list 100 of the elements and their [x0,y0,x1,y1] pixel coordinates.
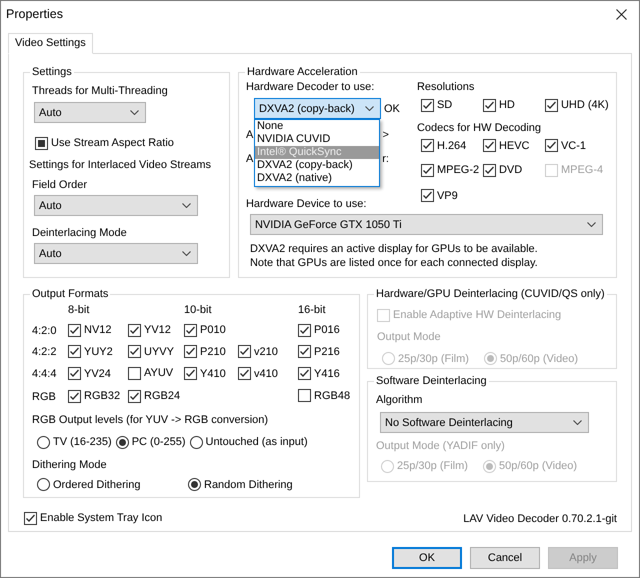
checkbox[interactable]: YUY2 [68,344,113,358]
label: Settings for Interlaced Video Streams [29,158,212,172]
checkbox[interactable]: v410 [238,366,278,380]
dropdown[interactable]: No Software Deinterlacing [380,412,589,433]
label: RGB Output levels (for YUV -> RGB conversion) [32,413,270,427]
version-text: LAV Video Decoder 0.70.2.1-git [463,512,617,526]
dropdown[interactable]: Auto [34,243,198,264]
checkbox[interactable]: UYVY [128,344,174,358]
check-mark-icon [422,190,433,201]
checkbox[interactable]: Y410 [184,366,226,380]
radio-icon[interactable] [37,436,50,448]
checkbox[interactable]: H.264 [420,138,466,152]
radio-button[interactable]: Untouched (as input) [190,435,308,449]
label: Algorithm [376,393,424,407]
dropdown[interactable]: DXVA2 (copy-back) [254,98,381,119]
label: 4:4:4 [32,367,58,382]
check-mark-icon [129,324,140,336]
dropdown[interactable]: Auto [34,102,146,123]
checkbox[interactable]: AYUV [128,366,174,380]
checkbox[interactable]: Use Stream Aspect Ratio [35,136,174,150]
chevron-icon [182,251,191,256]
label: r: [382,152,389,166]
checkbox[interactable]: RGB24 [128,389,180,403]
chevron-icon [130,110,139,115]
radio-icon[interactable] [37,478,50,491]
list-option[interactable]: None [254,120,379,133]
chevron-icon [586,222,596,227]
radio-button[interactable]: Ordered Dithering [37,478,140,492]
label: 10-bit [184,303,213,317]
radio-icon[interactable] [188,478,201,491]
checkbox[interactable]: YV12 [128,323,171,337]
label: Output Mode (YADIF only) [376,439,506,453]
close-icon[interactable] [616,8,627,20]
checkbox[interactable]: P210 [184,344,226,358]
check-mark-icon [299,324,310,336]
check-mark-icon [299,368,310,379]
checkbox[interactable]: DVD [482,163,522,177]
checkbox[interactable]: NV12 [68,323,112,337]
check-mark-icon [546,140,557,151]
dialog-button[interactable]: OK [392,547,462,569]
label: A [246,128,254,142]
checkbox[interactable]: HEVC [482,138,530,152]
group-title: Settings [30,65,74,79]
label: 8-bit [68,303,90,317]
dialog-button[interactable]: Cancel [470,547,540,569]
checkbox[interactable]: YV24 [68,366,111,380]
checkbox[interactable]: Y416 [298,366,340,380]
radio-button[interactable]: PC (0-255) [116,435,186,449]
label: RGB [32,390,57,404]
check-mark-icon [422,100,433,110]
check-mark-icon [185,368,196,379]
check-mark-icon [546,100,557,110]
check-mark-icon [185,324,196,336]
list-option[interactable]: NVIDIA CUVID [254,133,379,146]
checkbox[interactable]: VC-1 [544,138,586,152]
label: DXVA2 requires an active display for GPUs to be available. [250,242,539,256]
label: Resolutions [416,80,474,94]
label: Dithering Mode [32,458,108,472]
dropdown[interactable]: Auto [34,195,198,216]
checkbox[interactable]: RGB48 [298,388,350,402]
check-mark-icon [129,346,140,357]
checkbox[interactable]: Enable System Tray Icon [24,511,162,525]
checkbox[interactable]: UHD (4K) [544,98,609,112]
checkbox[interactable]: RGB32 [68,389,120,403]
radio-button[interactable]: Random Dithering [188,478,293,492]
label: OK [384,102,400,116]
checkbox[interactable]: P216 [298,344,340,358]
label: Hardware Decoder to use: [246,80,374,94]
chevron-icon [573,420,582,425]
radio-icon[interactable] [116,436,129,448]
radio-icon[interactable] [190,436,202,448]
label: A [246,152,254,166]
checkbox[interactable]: P010 [184,323,226,337]
label: Output Mode [377,330,442,344]
checkbox[interactable]: v210 [238,344,278,358]
label: Threads for Multi-Threading [32,84,168,98]
dropdown[interactable]: NVIDIA GeForce GTX 1050 Ti [250,214,603,235]
checkbox[interactable]: VP9 [420,188,458,202]
label: Codecs for HW Decoding [416,120,542,134]
check-mark-icon [484,140,495,151]
list-option[interactable]: DXVA2 (copy-back) [254,159,379,172]
label: Note that GPUs are listed once for each connected display. [250,256,539,270]
radio-button[interactable]: TV (16-235) [37,435,112,449]
label: 16-bit [298,303,327,317]
check-mark-icon [69,368,80,379]
group-title: Output Formats [30,287,110,301]
check-mark-icon [484,100,495,110]
tab[interactable]: Video Settings [8,33,93,54]
label: Deinterlacing Mode [32,226,127,240]
list-option[interactable]: DXVA2 (native) [254,172,379,185]
checkbox[interactable]: HD [482,98,515,112]
checkbox[interactable]: MPEG-2 [420,163,480,177]
group-title: Software Deinterlacing [374,374,489,388]
checkbox[interactable]: P016 [298,323,340,337]
check-mark-icon [422,164,433,176]
label: 4:2:0 [32,324,58,338]
chevron-icon [364,106,374,111]
check-mark-icon [239,368,250,379]
checkbox[interactable]: SD [420,98,452,112]
check-mark-icon [239,346,250,357]
